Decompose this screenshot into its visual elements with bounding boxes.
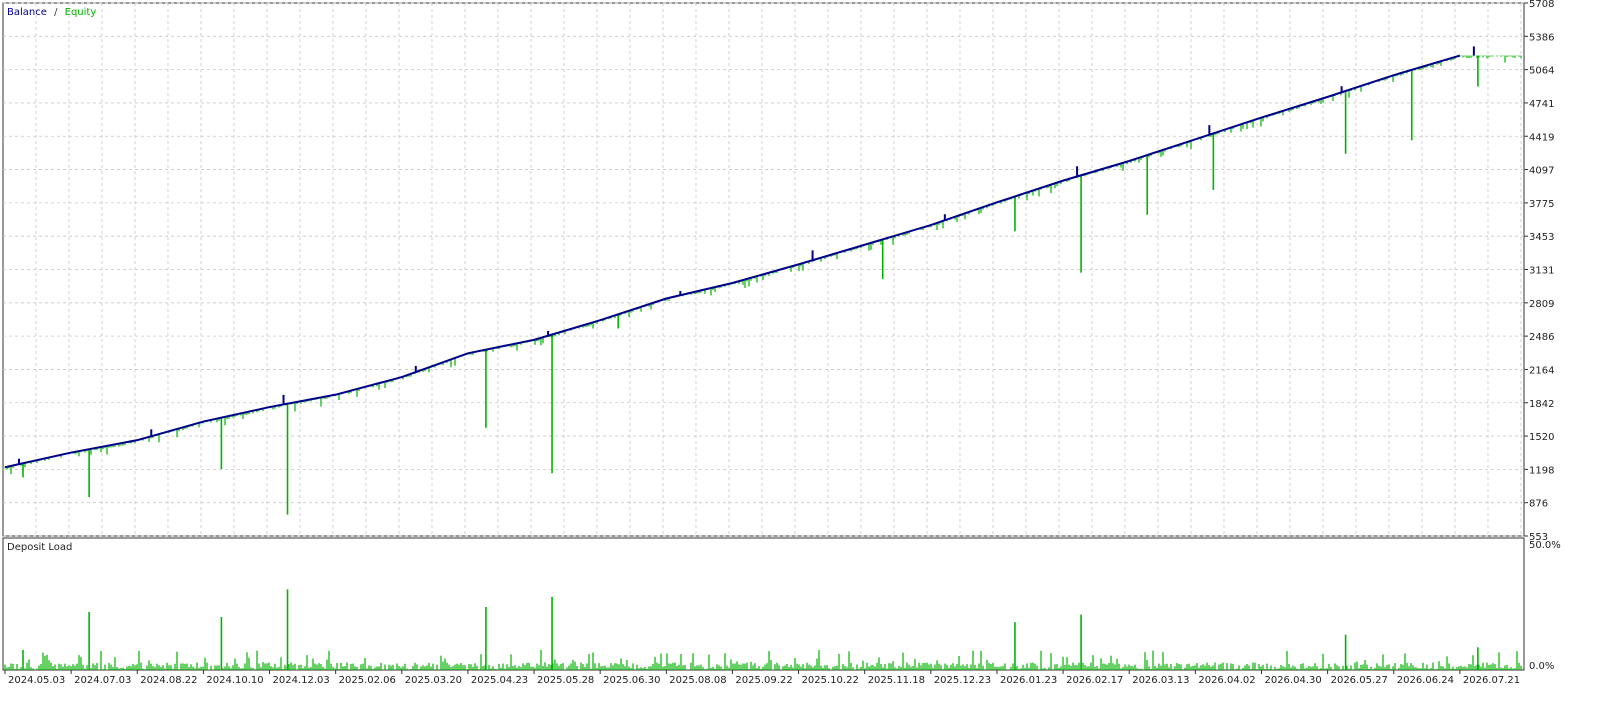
y-tick-label: 1520: [1529, 432, 1554, 443]
main-grid: [3, 2, 1524, 537]
x-tick-label: 2026.05.27: [1331, 675, 1388, 686]
x-tick-label: 2025.10.22: [802, 675, 859, 686]
legend-balance: Balance: [7, 7, 47, 18]
y-axis-ticks: 5708 5386 5064 4741 4419 4097 3775 3453 3131 2809…: [1524, 0, 1561, 672]
x-tick-label: 2024.05.03: [8, 675, 65, 686]
y-tick-label: 876: [1529, 499, 1548, 510]
y-tick-label: 5386: [1529, 32, 1554, 43]
x-tick-label: 2024.12.03: [273, 675, 330, 686]
y-tick-label: 5708: [1529, 0, 1554, 10]
legend-equity: Equity: [65, 7, 97, 18]
x-tick-label: 2025.12.23: [934, 675, 991, 686]
x-tick-label: 2026.03.13: [1132, 675, 1189, 686]
x-tick-label: 2025.11.18: [868, 675, 925, 686]
balance-series: [4, 46, 1475, 469]
load-y-tick-label: 50.0%: [1529, 540, 1561, 551]
y-tick-label: 5064: [1529, 66, 1554, 77]
x-tick-label: 2025.05.28: [537, 675, 594, 686]
load-y-tick-label: 0.0%: [1529, 661, 1554, 672]
legend: Balance / Equity: [7, 7, 96, 18]
x-tick-label: 2024.07.03: [74, 675, 131, 686]
y-tick-label: 3453: [1529, 232, 1554, 243]
equity-balance-chart: 5708 5386 5064 4741 4419 4097 3775 3453 3131 2809…: [2, 0, 1561, 686]
x-tick-label: 2025.08.08: [669, 675, 726, 686]
y-tick-label: 4741: [1529, 99, 1554, 110]
x-tick-label: 2025.09.22: [735, 675, 792, 686]
x-tick-label: 2025.03.20: [405, 675, 462, 686]
legend-separator: /: [54, 7, 58, 18]
deposit-load-series: [4, 589, 1522, 670]
x-tick-label: 2025.02.06: [339, 675, 396, 686]
x-tick-label: 2026.06.24: [1397, 675, 1454, 686]
y-tick-label: 4419: [1529, 132, 1554, 143]
x-tick-label: 2026.01.23: [1000, 675, 1057, 686]
y-tick-label: 3775: [1529, 199, 1554, 210]
x-axis-ticks: 2024.05.03 2024.07.03 2024.08.22 2024.10.10…: [4, 670, 1520, 686]
x-tick-label: 2025.06.30: [603, 675, 660, 686]
y-tick-label: 1198: [1529, 465, 1554, 476]
y-tick-label: 1842: [1529, 399, 1554, 410]
x-tick-label: 2024.10.10: [206, 675, 263, 686]
x-tick-label: 2026.04.30: [1264, 675, 1321, 686]
y-tick-label: 4097: [1529, 166, 1554, 177]
strategy-tester-graph: 5708 5386 5064 4741 4419 4097 3775 3453 3131 2809…: [0, 0, 1600, 700]
equity-series: [4, 55, 1522, 515]
x-tick-label: 2026.02.17: [1066, 675, 1123, 686]
balance-line: [4, 54, 1461, 469]
y-tick-label: 2486: [1529, 332, 1554, 343]
x-tick-label: 2026.07.21: [1463, 675, 1520, 686]
y-tick-label: 3131: [1529, 266, 1554, 277]
y-tick-label: 2164: [1529, 365, 1554, 376]
x-tick-label: 2026.04.02: [1198, 675, 1255, 686]
y-tick-label: 2809: [1529, 299, 1554, 310]
x-tick-label: 2025.04.23: [471, 675, 528, 686]
deposit-load-title: Deposit Load: [7, 542, 72, 553]
x-tick-label: 2024.08.22: [140, 675, 197, 686]
deposit-load-frame: [2, 537, 1525, 671]
